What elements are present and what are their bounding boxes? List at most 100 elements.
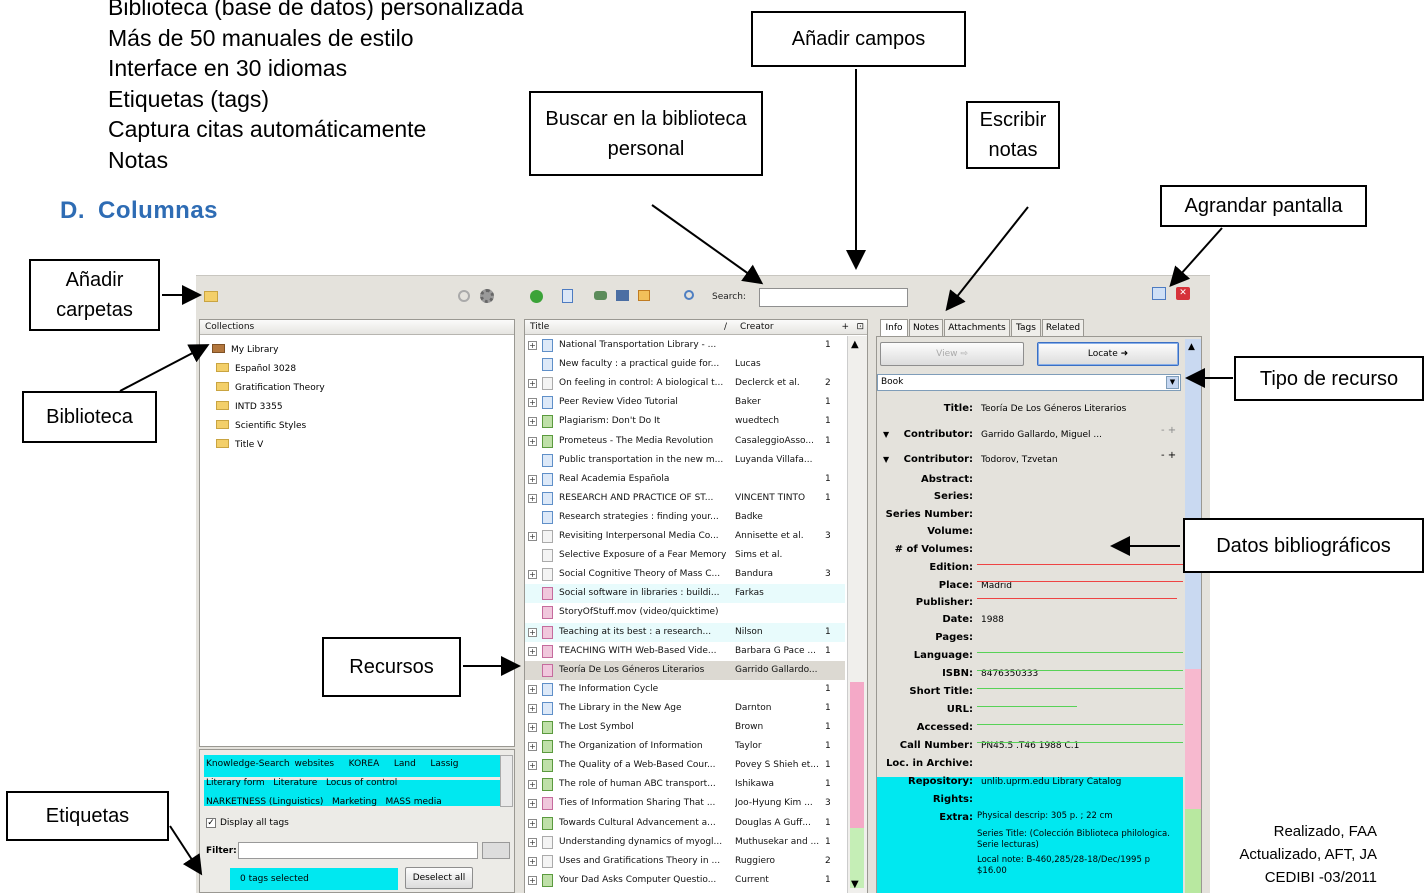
expand-icon[interactable]: +: [528, 570, 537, 580]
tag[interactable]: Knowledge-Search websites: [206, 759, 334, 769]
table-row[interactable]: + Real Academia Española 1: [525, 470, 845, 489]
table-row[interactable]: + TEACHING WITH Web-Based Vide... Barbara …: [525, 641, 845, 661]
field-value[interactable]: Todorov, Tzvetan: [981, 451, 1058, 469]
expand-icon[interactable]: +: [528, 723, 537, 732]
fullscreen-icon[interactable]: [1152, 287, 1166, 300]
table-row[interactable]: +Social software in libraries : buildi..…: [525, 584, 845, 604]
expand-icon[interactable]: +: [528, 837, 537, 847]
table-row[interactable]: + Your Dad Asks Computer Questio... Curren…: [525, 871, 845, 890]
collection-item[interactable]: Gratification Theory: [216, 379, 325, 397]
expand-icon[interactable]: +: [528, 646, 537, 656]
display-all-tags-checkbox[interactable]: ✓: [206, 818, 216, 828]
expand-icon[interactable]: +: [528, 493, 537, 503]
scroll-up-icon[interactable]: ▲: [851, 339, 859, 350]
new-collection-icon[interactable]: [204, 291, 218, 302]
expand-icon[interactable]: +: [528, 379, 537, 389]
table-row[interactable]: + Uses and Gratifications Theory in ... Ru…: [525, 852, 845, 871]
tag[interactable]: MASS media: [386, 797, 442, 807]
title-column-header[interactable]: Title ∕: [525, 320, 735, 335]
attach-link-icon[interactable]: [594, 291, 607, 300]
table-row[interactable]: +StoryOfStuff.mov (video/quicktime): [525, 603, 845, 623]
expand-icon[interactable]: +: [528, 627, 537, 637]
table-row[interactable]: + Understanding dynamics of myogl... Muthu…: [525, 833, 845, 852]
table-row[interactable]: + Social Cognitive Theory of Mass C... Ban…: [525, 565, 845, 585]
table-row[interactable]: + The role of human ABC transport... Ishik…: [525, 775, 845, 794]
table-row[interactable]: + Plagiarism: Don't Do It wuedtech 1: [525, 412, 845, 431]
table-row[interactable]: + Revisiting Interpersonal Media Co... Ann…: [525, 527, 845, 546]
collection-item[interactable]: Scientific Styles: [216, 417, 306, 435]
tag[interactable]: KOREA: [349, 759, 380, 769]
expand-icon[interactable]: +: [528, 398, 537, 408]
deselect-all-button[interactable]: Deselect all: [405, 867, 473, 889]
scroll-down-icon[interactable]: ▼: [851, 879, 859, 890]
table-row[interactable]: +Selective Exposure of a Fear MemorySims…: [525, 546, 845, 565]
close-icon[interactable]: ✕: [1176, 287, 1190, 300]
collection-item[interactable]: Title V: [216, 436, 263, 454]
expand-icon[interactable]: +: [528, 436, 537, 446]
collection-item[interactable]: INTD 3355: [216, 398, 283, 416]
tag[interactable]: Literature: [273, 778, 317, 788]
attach-file-icon[interactable]: [638, 290, 650, 301]
field-value[interactable]: 8476350333: [981, 665, 1038, 683]
expand-icon[interactable]: +: [528, 742, 537, 752]
expand-icon[interactable]: +: [528, 818, 537, 828]
field-value[interactable]: PN45.5 .T46 1988 C.1: [981, 737, 1079, 755]
tag-scrollbar[interactable]: [500, 755, 513, 807]
expand-icon[interactable]: +: [528, 341, 537, 350]
table-row[interactable]: + The Information Cycle 1: [525, 680, 845, 699]
expand-icon[interactable]: +: [528, 856, 537, 866]
field-value[interactable]: 1988: [981, 611, 1004, 629]
table-row[interactable]: + The Organization of Information Taylor 1: [525, 737, 845, 756]
table-row[interactable]: +Teoría De Los Géneros LiterariosGarrido…: [525, 660, 845, 680]
expand-icon[interactable]: +: [528, 417, 537, 427]
expand-icon[interactable]: +: [528, 703, 537, 713]
tab-notes[interactable]: Notes: [909, 319, 943, 336]
table-row[interactable]: + Towards Cultural Advancement a... Dougla…: [525, 814, 845, 833]
tag[interactable]: Literary form: [206, 778, 265, 788]
sync-icon[interactable]: [458, 290, 470, 302]
table-row[interactable]: + Prometeus - The Media Revolution Casaleg…: [525, 432, 845, 451]
tag[interactable]: Marketing: [332, 797, 377, 807]
expand-icon[interactable]: +: [528, 532, 537, 541]
tab-tags[interactable]: Tags: [1011, 319, 1041, 336]
expand-icon[interactable]: +: [528, 780, 537, 790]
expand-icon[interactable]: +: [528, 684, 537, 694]
tag[interactable]: Locus of control: [326, 778, 397, 788]
search-input[interactable]: [759, 288, 908, 307]
tag[interactable]: NARKETNESS (Linguistics): [206, 797, 323, 807]
table-row[interactable]: + National Transportation Library - ... 1: [525, 336, 845, 355]
expand-icon[interactable]: +: [528, 474, 537, 484]
new-note-icon[interactable]: [616, 290, 629, 301]
table-row[interactable]: + Teaching at its best : a research... Nil…: [525, 622, 845, 642]
field-value[interactable]: Garrido Gallardo, Miguel ...: [981, 426, 1102, 444]
tag[interactable]: Land: [394, 759, 416, 769]
creator-column-header[interactable]: Creator + ⊡: [735, 320, 867, 335]
tag-menu-button[interactable]: [482, 842, 510, 859]
tab-info[interactable]: Info: [880, 319, 908, 336]
expand-icon[interactable]: +: [528, 761, 537, 771]
collection-item-my-library[interactable]: My Library: [212, 341, 512, 359]
table-row[interactable]: +Research strategies : finding your...Ba…: [525, 508, 845, 527]
items-scrollbar[interactable]: ▲ ▼: [847, 336, 867, 893]
table-row[interactable]: + Peer Review Video Tutorial Baker 1: [525, 393, 845, 412]
table-row[interactable]: + On feeling in control: A biological t..…: [525, 374, 845, 393]
collection-item[interactable]: Español 3028: [216, 360, 296, 378]
tag-filter-input[interactable]: [238, 842, 478, 859]
field-value[interactable]: Teoría De Los Géneros Literarios: [981, 400, 1126, 418]
tab-related[interactable]: Related: [1042, 319, 1084, 336]
field-value[interactable]: Madrid: [981, 577, 1012, 595]
expand-icon[interactable]: +: [528, 875, 537, 885]
tag[interactable]: Lassig: [430, 759, 458, 769]
table-row[interactable]: + The Lost Symbol Brown 1: [525, 718, 845, 737]
add-by-identifier-icon[interactable]: [562, 289, 573, 303]
table-row[interactable]: + RESEARCH AND PRACTICE OF ST... VINCENT T…: [525, 489, 845, 508]
table-row[interactable]: +Public transportation in the new m...Lu…: [525, 451, 845, 470]
table-row[interactable]: + Ties of Information Sharing That ... Joo…: [525, 794, 845, 813]
expand-icon[interactable]: +: [528, 799, 537, 809]
table-row[interactable]: + The Quality of a Web-Based Cour... Povey…: [525, 756, 845, 775]
field-value[interactable]: unlib.uprm.edu Library Catalog: [981, 773, 1121, 791]
table-row[interactable]: +New faculty : a practical guide for...L…: [525, 355, 845, 374]
new-item-icon[interactable]: [530, 290, 543, 303]
scroll-up-icon[interactable]: ▲: [1188, 342, 1195, 352]
table-row[interactable]: + The Library in the New Age Darnton 1: [525, 699, 845, 718]
